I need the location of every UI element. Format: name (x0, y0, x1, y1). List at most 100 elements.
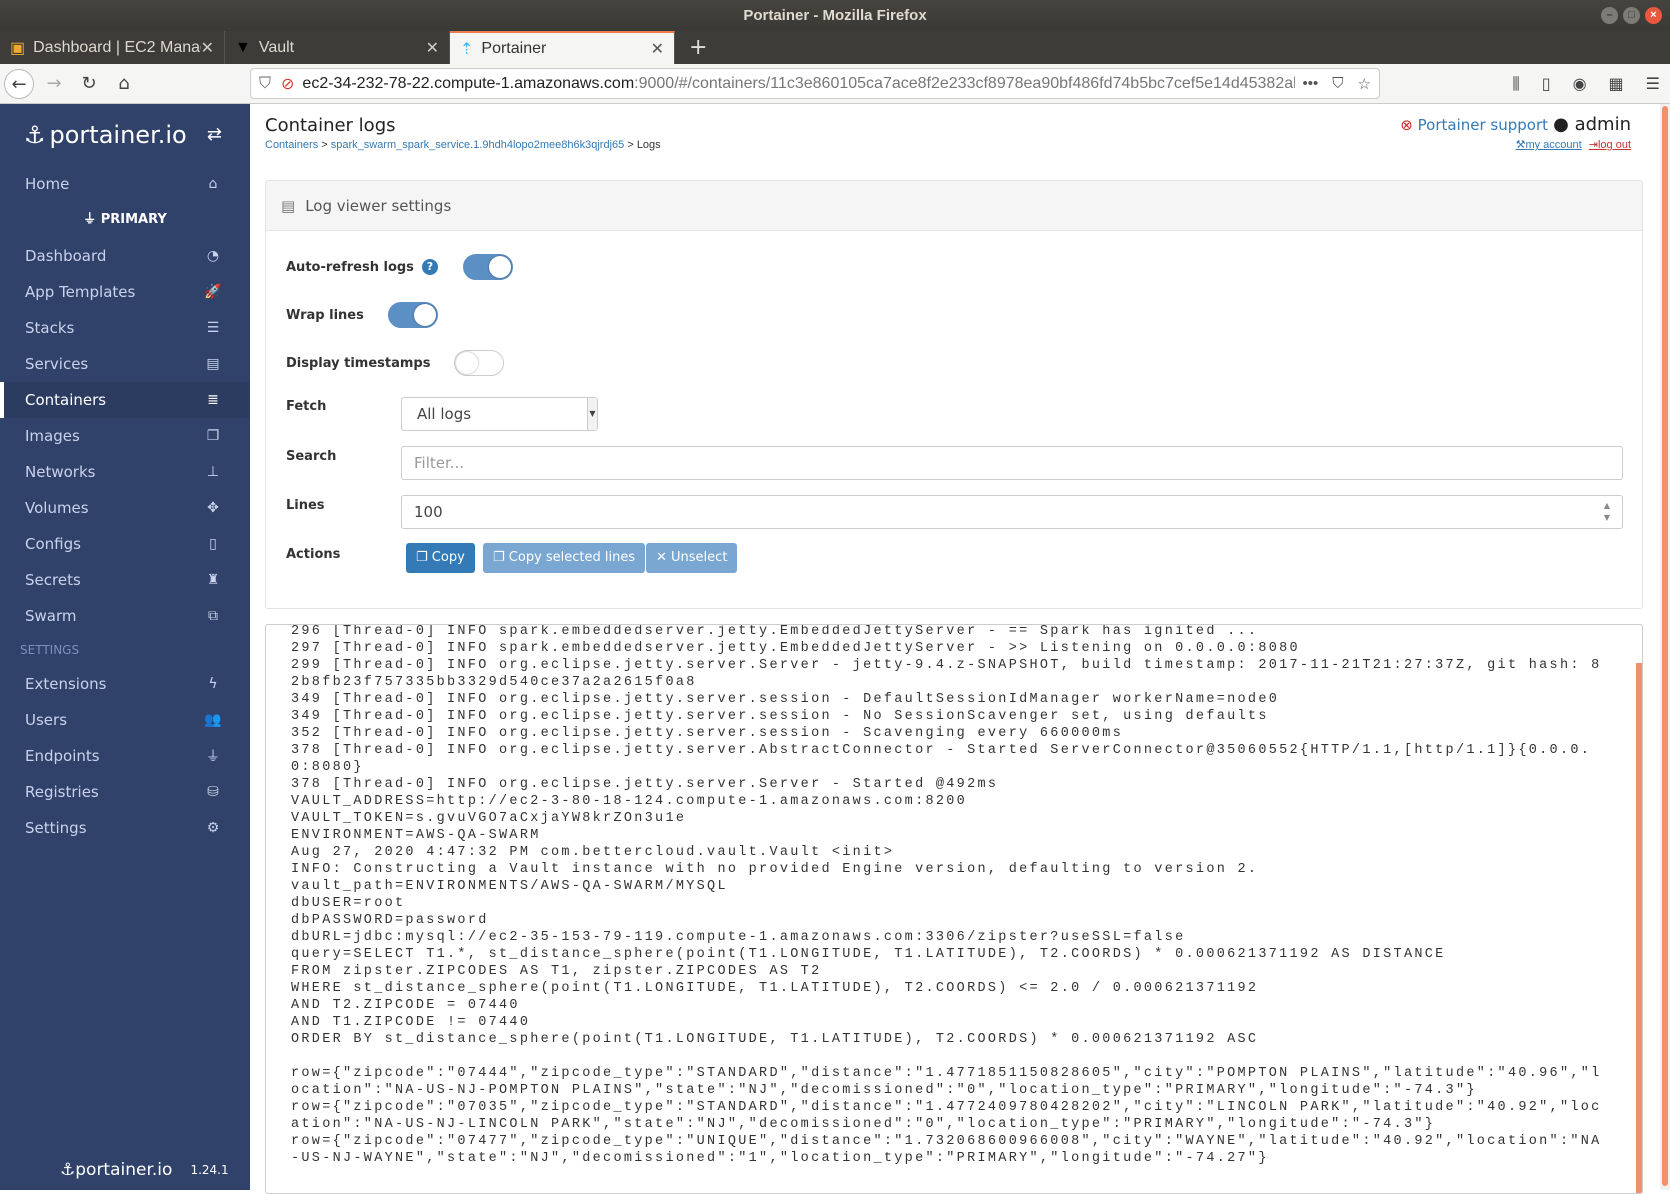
log-out-link[interactable]: ⇥log out (1589, 139, 1631, 151)
log-line[interactable]: vault_path=ENVIRONMENTS/AWS-QA-SWARM/MYS… (291, 878, 1603, 895)
sidebar-item-settings[interactable]: Settings ⚙ (0, 810, 250, 846)
bookmark-star-icon[interactable]: ☆ (1358, 75, 1371, 93)
sidebar-item-configs[interactable]: Configs ▯ (0, 526, 250, 562)
log-line[interactable]: ORDER BY st_distance_sphere(point(T1.LON… (291, 1031, 1603, 1048)
sidebar-item-users[interactable]: Users 👥 (0, 702, 250, 738)
new-tab-button[interactable]: + (675, 31, 721, 64)
home-button[interactable]: ⌂ (109, 69, 139, 99)
sidebar-item-registries[interactable]: Registries ⛁ (0, 774, 250, 810)
maximize-button[interactable]: □ (1623, 7, 1640, 24)
search-input[interactable]: Filter... (401, 446, 1623, 480)
auto-refresh-toggle[interactable] (462, 254, 513, 280)
log-line[interactable]: VAULT_TOKEN=s.gvuVGO7aCxjaYW8krZOn3u1e (291, 810, 1603, 827)
url-bar[interactable]: ⛉ ⊘ ec2-34-232-78-22.compute-1.amazonaws… (250, 68, 1380, 99)
log-line[interactable]: 349 [Thread-0] INFO org.eclipse.jetty.se… (291, 691, 1603, 708)
log-line[interactable]: 378 [Thread-0] INFO org.eclipse.jetty.se… (291, 776, 1603, 793)
close-tab-icon[interactable]: ✕ (651, 39, 664, 59)
sidebar-item-images[interactable]: Images ❐ (0, 418, 250, 454)
vault-triangle-icon: ▼ (235, 38, 251, 56)
menu-icon[interactable]: ☰ (1646, 74, 1660, 94)
log-line[interactable]: 378 [Thread-0] INFO org.eclipse.jetty.se… (291, 742, 1603, 776)
back-button[interactable]: ← (4, 68, 34, 99)
sidebar-item-swarm[interactable]: Swarm ⧉ (0, 598, 250, 634)
wrap-lines-toggle[interactable] (387, 302, 438, 328)
sidebar-item-services[interactable]: Services ▤ (0, 346, 250, 382)
log-line[interactable]: INFO: Constructing a Vault instance with… (291, 861, 1603, 878)
log-line[interactable]: AND T1.ZIPCODE != 07440 (291, 1014, 1603, 1031)
insecure-lock-icon[interactable]: ⊘ (281, 74, 294, 94)
account-icon[interactable]: ◉ (1573, 74, 1587, 94)
tab-vault[interactable]: ▼ Vault ✕ (225, 31, 450, 64)
reload-button[interactable]: ↻ (74, 69, 104, 99)
sidebar-item-containers[interactable]: Containers ≣ (0, 382, 250, 418)
timestamps-toggle[interactable] (454, 350, 505, 376)
more-actions-icon[interactable]: ••• (1303, 75, 1319, 93)
log-line[interactable]: 296 [Thread-0] INFO spark.embeddedserver… (291, 625, 1603, 640)
log-line[interactable]: AND T2.ZIPCODE = 07440 (291, 997, 1603, 1014)
log-line[interactable]: Aug 27, 2020 4:47:32 PM com.bettercloud.… (291, 844, 1603, 861)
portainer-support-link[interactable]: ⊗ Portainer support (1400, 116, 1548, 134)
log-scrollbar[interactable] (1636, 663, 1642, 1193)
breadcrumb-container[interactable]: spark_swarm_spark_service.1.9hdh4lopo2me… (331, 139, 625, 151)
tab-portainer[interactable]: ⇡ Portainer ✕ (450, 31, 675, 64)
log-line[interactable]: row={"zipcode":"07444","zipcode_type":"S… (291, 1065, 1603, 1099)
sidebar-icon[interactable]: ▯ (1542, 74, 1551, 94)
server-icon: ≣ (207, 392, 219, 408)
log-line[interactable]: ENVIRONMENT=AWS-QA-SWARM (291, 827, 1603, 844)
log-line[interactable]: 352 [Thread-0] INFO org.eclipse.jetty.se… (291, 725, 1603, 742)
support-label: Portainer support (1417, 116, 1548, 134)
library-icon[interactable]: ⫼ (1512, 74, 1519, 94)
pocket-icon[interactable]: ⛉ (1332, 75, 1343, 93)
sidebar-item-networks[interactable]: Networks ⊥ (0, 454, 250, 490)
log-line[interactable]: dbUSER=root (291, 895, 1603, 912)
unselect-button[interactable]: ✕ Unselect (646, 543, 738, 573)
clone-icon: ❐ (206, 428, 220, 444)
log-line[interactable]: FROM zipster.ZIPCODES AS T1, zipster.ZIP… (291, 963, 1603, 980)
copy-selected-lines-button[interactable]: ❐ Copy selected lines (483, 543, 646, 573)
log-line[interactable]: 299 [Thread-0] INFO org.eclipse.jetty.se… (291, 657, 1603, 691)
close-tab-icon[interactable]: ✕ (426, 38, 439, 58)
close-window-button[interactable]: × (1645, 7, 1662, 24)
log-line[interactable]: 349 [Thread-0] INFO org.eclipse.jetty.se… (291, 708, 1603, 725)
my-account-link[interactable]: ⚒my account (1516, 139, 1582, 151)
sidebar-item-label: App Templates (25, 283, 136, 301)
sidebar-item-volumes[interactable]: Volumes ✥ (0, 490, 250, 526)
sidebar-item-endpoints[interactable]: Endpoints ⏚ (0, 738, 250, 774)
portainer-logo[interactable]: ⚓ portainer.io ⇄ (0, 104, 250, 166)
number-stepper-icon[interactable]: ▲ ▼ (1604, 500, 1610, 524)
object-group-icon: ⧉ (208, 608, 218, 624)
page-header: Container logs Containers > spark_swarm_… (250, 104, 1661, 174)
log-line[interactable]: row={"zipcode":"07477","zipcode_type":"U… (291, 1133, 1603, 1167)
sidebar-item-stacks[interactable]: Stacks ☰ (0, 310, 250, 346)
lines-input[interactable]: 100 ▲ ▼ (401, 495, 1623, 529)
extensions-icon[interactable]: ▦ (1609, 74, 1624, 94)
copy-button[interactable]: ❐ Copy (406, 543, 475, 573)
sidebar-item-home[interactable]: Home ⌂ (0, 166, 250, 202)
log-line[interactable] (291, 1048, 1603, 1065)
breadcrumb-containers[interactable]: Containers (265, 139, 318, 151)
log-line[interactable]: VAULT_ADDRESS=http://ec2-3-80-18-124.com… (291, 793, 1603, 810)
swap-endpoint-icon[interactable]: ⇄ (207, 124, 222, 145)
page-scrollbar[interactable] (1660, 104, 1670, 1190)
footer-logo: ⚓portainer.io (60, 1160, 172, 1180)
close-tab-icon[interactable]: ✕ (201, 38, 214, 58)
log-line[interactable]: dbURL=jdbc:mysql://ec2-35-153-79-119.com… (291, 929, 1603, 946)
sidebar-item-app-templates[interactable]: App Templates 🚀 (0, 274, 250, 310)
question-circle-icon[interactable]: ? (421, 259, 438, 275)
log-line[interactable]: row={"zipcode":"07035","zipcode_type":"S… (291, 1099, 1603, 1133)
sidebar-footer: ⚓portainer.io 1.24.1 (60, 1160, 229, 1180)
sidebar-item-extensions[interactable]: Extensions ϟ (0, 666, 250, 702)
log-line[interactable]: dbPASSWORD=password (291, 912, 1603, 929)
minimize-button[interactable]: – (1601, 7, 1618, 24)
log-line[interactable]: 297 [Thread-0] INFO spark.embeddedserver… (291, 640, 1603, 657)
tab-ec2-dashboard[interactable]: ▣ Dashboard | EC2 Management ✕ (0, 31, 225, 64)
fetch-select[interactable]: All logs ▼ (401, 397, 598, 431)
shield-icon[interactable]: ⛉ (259, 75, 271, 93)
forward-button[interactable]: → (39, 69, 69, 99)
sidebar-item-dashboard[interactable]: Dashboard ◔ (0, 238, 250, 274)
log-line[interactable]: WHERE st_distance_sphere(point(T1.LONGIT… (291, 980, 1603, 997)
sidebar-item-secrets[interactable]: Secrets ♜ (0, 562, 250, 598)
sidebar-item-label: Swarm (25, 607, 77, 625)
log-line[interactable]: query=SELECT T1.*, st_distance_sphere(po… (291, 946, 1603, 963)
log-output[interactable]: 296 [Thread-0] INFO spark.embeddedserver… (265, 624, 1643, 1194)
